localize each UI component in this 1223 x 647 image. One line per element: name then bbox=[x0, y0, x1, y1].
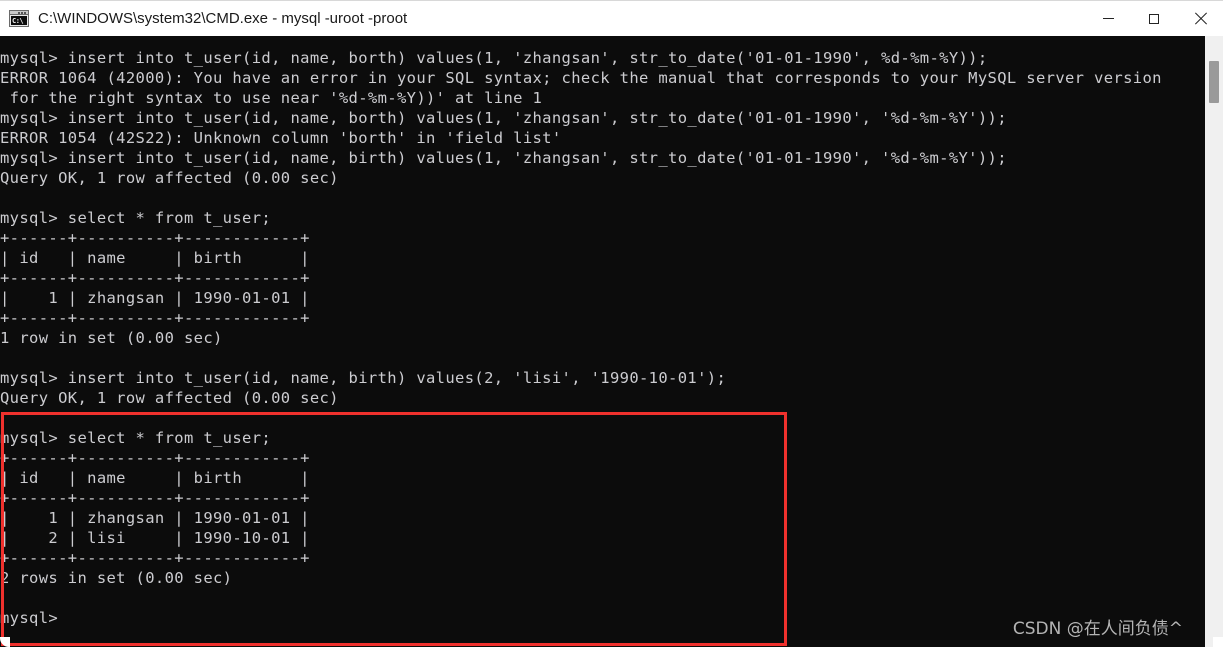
cmd-window: C:\ C:\WINDOWS\system32\CMD.exe - mysql … bbox=[0, 0, 1223, 647]
console-line: | id | name | birth | bbox=[0, 249, 310, 267]
window-corner-right bbox=[1213, 637, 1223, 647]
console-line: ERROR 1064 (42000): You have an error in… bbox=[0, 69, 1162, 87]
console-line: mysql> select * from t_user; bbox=[0, 209, 272, 227]
console-line: +------+----------+------------+ bbox=[0, 229, 310, 247]
console-line: mysql> insert into t_user(id, name, birt… bbox=[0, 149, 1007, 167]
console-scrollbar[interactable] bbox=[1205, 36, 1223, 647]
window-controls bbox=[1085, 1, 1223, 37]
console-line: +------+----------+------------+ bbox=[0, 449, 310, 467]
console-line: mysql> insert into t_user(id, name, birt… bbox=[0, 369, 727, 387]
minimize-button[interactable] bbox=[1085, 1, 1131, 37]
console-output-surface[interactable]: mysql> insert into t_user(id, name, bort… bbox=[0, 36, 1205, 647]
watermark-text: CSDN @在人间负债^ bbox=[1012, 619, 1183, 639]
scrollbar-thumb[interactable] bbox=[1209, 61, 1219, 103]
close-icon bbox=[1194, 12, 1207, 25]
console-line: +------+----------+------------+ bbox=[0, 549, 310, 567]
console-line: +------+----------+------------+ bbox=[0, 309, 310, 327]
cmd-app-icon: C:\ bbox=[9, 10, 29, 27]
close-button[interactable] bbox=[1177, 1, 1223, 37]
console-line: | 1 | zhangsan | 1990-01-01 | bbox=[0, 509, 310, 527]
maximize-button[interactable] bbox=[1131, 1, 1177, 37]
console-line: mysql> select * from t_user; bbox=[0, 429, 272, 447]
terminal-area: mysql> insert into t_user(id, name, bort… bbox=[0, 36, 1223, 647]
console-line: for the right syntax to use near '%d-%m-… bbox=[0, 89, 543, 107]
console-line: ERROR 1054 (42S22): Unknown column 'bort… bbox=[0, 129, 562, 147]
title-bar-left: C:\ C:\WINDOWS\system32\CMD.exe - mysql … bbox=[0, 9, 1085, 29]
window-title-bar[interactable]: C:\ C:\WINDOWS\system32\CMD.exe - mysql … bbox=[0, 0, 1223, 36]
maximize-icon bbox=[1149, 13, 1159, 24]
cmd-icon-screen: C:\ bbox=[11, 16, 27, 25]
console-line: mysql> insert into t_user(id, name, bort… bbox=[0, 109, 1007, 127]
cmd-icon-dot bbox=[21, 12, 23, 14]
console-line: +------+----------+------------+ bbox=[0, 489, 310, 507]
minimize-icon bbox=[1102, 18, 1114, 19]
console-line: 2 rows in set (0.00 sec) bbox=[0, 569, 233, 587]
console-line: | id | name | birth | bbox=[0, 469, 310, 487]
console-line: +------+----------+------------+ bbox=[0, 269, 310, 287]
window-title-text: C:\WINDOWS\system32\CMD.exe - mysql -uro… bbox=[38, 9, 408, 27]
console-line: Query OK, 1 row affected (0.00 sec) bbox=[0, 169, 339, 187]
console-line: 1 row in set (0.00 sec) bbox=[0, 329, 223, 347]
console-output-text: mysql> insert into t_user(id, name, bort… bbox=[0, 48, 1205, 628]
cmd-icon-dot bbox=[18, 12, 20, 14]
console-line: | 1 | zhangsan | 1990-01-01 | bbox=[0, 289, 310, 307]
cmd-icon-dot bbox=[24, 12, 26, 14]
console-line: Query OK, 1 row affected (0.00 sec) bbox=[0, 389, 339, 407]
console-line: mysql> insert into t_user(id, name, bort… bbox=[0, 49, 988, 67]
console-line: | 2 | lisi | 1990-10-01 | bbox=[0, 529, 310, 547]
